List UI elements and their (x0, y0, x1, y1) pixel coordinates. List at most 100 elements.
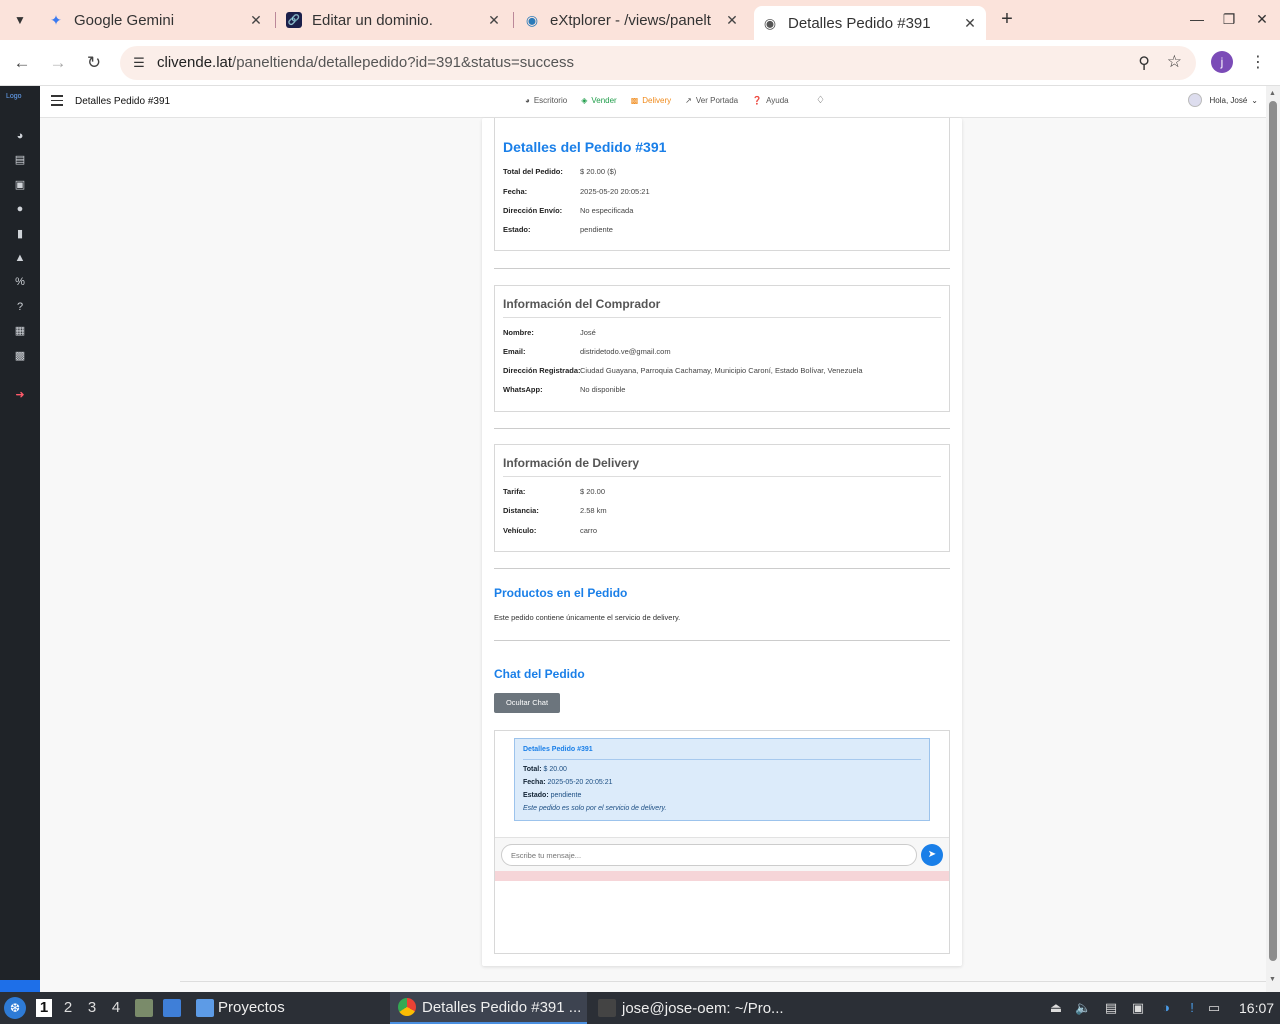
external-link-icon: ↗ (685, 96, 692, 105)
desktop-icon[interactable] (163, 999, 181, 1017)
field-label: Total del Pedido: (503, 167, 563, 176)
workspace-2[interactable]: 2 (58, 999, 78, 1017)
url-host: clivende.lat (157, 54, 233, 71)
terminal-icon (598, 999, 616, 1017)
tab-google-gemini[interactable]: ✦ Google Gemini ✕ (40, 6, 272, 34)
chat-label: Total: (523, 766, 542, 773)
menu-label: Escritorio (533, 96, 568, 105)
menu-ayuda[interactable]: ❓ Ayuda (752, 96, 789, 105)
field-label: Tarifa: (503, 487, 526, 496)
site-info-icon[interactable]: ☰ (130, 54, 148, 72)
bell-icon[interactable]: ♢ (816, 95, 825, 106)
url-text[interactable]: clivende.lat/paneltienda/detallepedido?i… (157, 54, 574, 71)
file-manager-icon[interactable] (135, 999, 153, 1017)
menu-escritorio[interactable]: ◕ Escritorio (525, 96, 567, 105)
bookmark-star-icon[interactable]: ☆ (1167, 52, 1182, 72)
user-icon[interactable]: ● (12, 201, 28, 217)
restore-icon[interactable]: ❐ (1219, 8, 1239, 30)
network-icon[interactable]: ◑ (1158, 1000, 1174, 1016)
eject-icon[interactable]: ⏏ (1048, 1000, 1064, 1016)
tab-detalles-pedido[interactable]: ◉ Detalles Pedido #391 ✕ (754, 6, 986, 40)
logo[interactable]: Logo (6, 92, 34, 110)
scroll-down-arrow-icon[interactable]: ▼ (1269, 976, 1276, 983)
divider (494, 568, 950, 569)
field-label: Email: (503, 347, 526, 356)
user-menu[interactable]: Hola, José ⌄ (1187, 93, 1258, 107)
address-bar[interactable]: ☰ clivende.lat/paneltienda/detallepedido… (120, 46, 1196, 80)
products-note: Este pedido contiene únicamente el servi… (494, 613, 681, 622)
volume-icon[interactable]: 🔈 (1075, 1000, 1091, 1016)
field-value: distridetodo.ve@gmail.com (580, 347, 671, 356)
scrollbar-thumb[interactable] (1269, 101, 1277, 961)
zoom-icon[interactable]: ⚲ (1138, 53, 1150, 73)
truck-icon[interactable]: ▩ (12, 348, 28, 364)
menu-delivery[interactable]: ▩ Delivery (631, 96, 671, 105)
notification-icon[interactable]: ! (1184, 1000, 1200, 1016)
percent-icon[interactable]: % (12, 274, 28, 290)
browser-tab-bar: ▼ ✦ Google Gemini ✕ 🔗 Editar un dominio.… (0, 0, 1280, 40)
chat-message-input[interactable] (501, 844, 917, 866)
taskbar-app-chrome[interactable]: Detalles Pedido #391 ... (390, 992, 587, 1024)
new-tab-plus-icon[interactable]: + (996, 8, 1018, 30)
start-menu-icon[interactable]: ❆ (4, 997, 26, 1019)
dashboard-icon[interactable]: ◕ (12, 128, 28, 144)
bag-icon[interactable]: ▲ (12, 250, 28, 266)
url-path: /paneltienda/detallepedido?id=391&status… (232, 54, 574, 71)
minimize-icon[interactable]: — (1187, 8, 1207, 30)
workspace-1[interactable]: 1 (36, 999, 52, 1017)
hide-chat-button[interactable]: Ocultar Chat (494, 693, 560, 713)
close-icon[interactable]: ✕ (724, 12, 740, 29)
field-value: No especificada (580, 206, 634, 215)
profile-avatar[interactable]: j (1211, 51, 1233, 73)
chat-note-line: Este pedido es solo por el servicio de d… (523, 805, 667, 812)
field-value: $ 20.00 ($) (580, 167, 617, 176)
products-section-title: Productos en el Pedido (494, 586, 628, 600)
close-icon[interactable]: ✕ (248, 12, 264, 29)
reload-icon[interactable]: ↻ (83, 52, 105, 74)
tray-extra-icon[interactable]: ▭ (1206, 1000, 1222, 1016)
help-circle-icon[interactable]: ? (12, 299, 28, 315)
taskbar-app-terminal[interactable]: jose@jose-oem: ~/Pro... (590, 992, 790, 1024)
tab-search-chevron-icon[interactable]: ▼ (8, 10, 32, 30)
tab-editar-dominio[interactable]: 🔗 Editar un dominio. ✕ (278, 6, 510, 34)
id-card-icon[interactable]: ▤ (12, 152, 28, 168)
send-icon[interactable]: ➤ (921, 844, 943, 866)
close-icon[interactable]: ✕ (486, 12, 502, 29)
store-icon[interactable]: ▣ (12, 177, 28, 193)
receipt-icon[interactable]: ▮ (12, 226, 28, 242)
scroll-up-arrow-icon[interactable]: ▲ (1269, 90, 1276, 97)
menu-ver-portada[interactable]: ↗ Ver Portada (685, 96, 738, 105)
divider (503, 317, 941, 318)
forward-arrow-icon[interactable]: → (47, 52, 69, 74)
browser-menu-icon[interactable]: ⋮ (1248, 52, 1268, 74)
field-label: Distancia: (503, 506, 539, 515)
window-close-icon[interactable]: ✕ (1252, 8, 1272, 30)
page-scrollbar[interactable]: ▲ ▼ (1266, 86, 1280, 992)
chat-alert-bar (495, 871, 949, 881)
close-icon[interactable]: ✕ (962, 15, 978, 32)
clipboard-icon[interactable]: ▤ (1103, 1000, 1119, 1016)
folder-icon[interactable] (196, 999, 214, 1017)
menu-vender[interactable]: ◈ Vender (581, 96, 617, 105)
logout-icon[interactable]: ➜ (12, 387, 28, 403)
dashboard-icon: ◕ (525, 96, 530, 105)
tab-title: Detalles Pedido #391 (788, 14, 931, 32)
field-label: Dirección Envío: (503, 206, 563, 215)
browser-toolbar: ← → ↻ ☰ clivende.lat/paneltienda/detalle… (0, 40, 1280, 86)
order-details-card: Detalles del Pedido #391 Total del Pedid… (482, 118, 962, 966)
workspace-4[interactable]: 4 (106, 999, 126, 1017)
boxes-icon[interactable]: ▦ (12, 323, 28, 339)
workspace-3[interactable]: 3 (82, 999, 102, 1017)
app-header: Detalles Pedido #391 ◕ Escritorio ◈ Vender… (40, 86, 1266, 118)
back-arrow-icon[interactable]: ← (11, 52, 33, 74)
chat-message-title: Detalles Pedido #391 (523, 746, 593, 753)
menu-label: Delivery (642, 96, 672, 105)
hamburger-menu-icon[interactable] (51, 95, 63, 107)
tab-title: Google Gemini (74, 11, 175, 29)
display-icon[interactable]: ▣ (1130, 1000, 1146, 1016)
tab-separator (275, 12, 276, 28)
folder-label[interactable]: Proyectos (218, 999, 285, 1016)
chat-section-title: Chat del Pedido (494, 667, 585, 681)
tab-extplorer[interactable]: ◉ eXtplorer - /views/panelt ✕ (516, 6, 748, 34)
chat-total-line: Total: $ 20.00 (523, 766, 567, 773)
